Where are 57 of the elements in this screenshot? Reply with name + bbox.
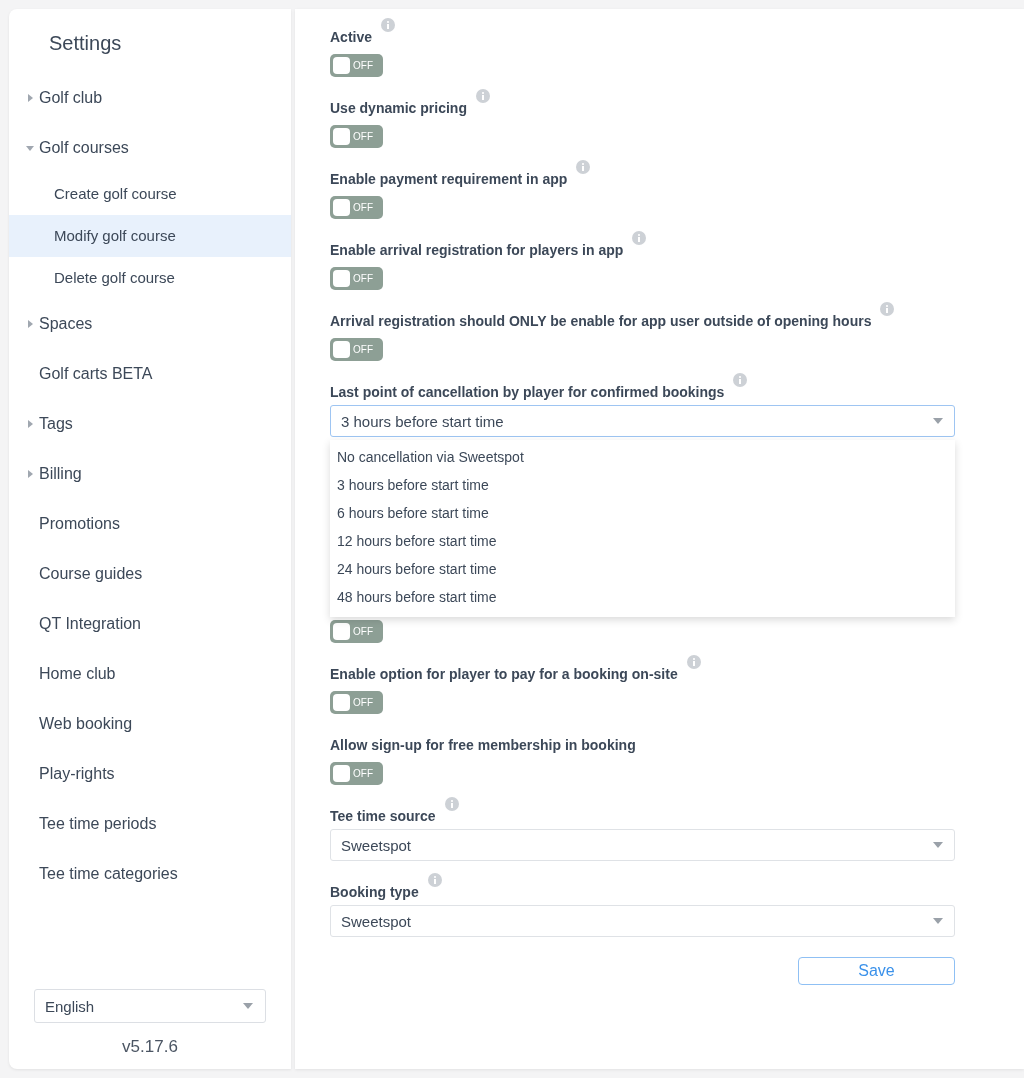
dropdown-option[interactable]: 48 hours before start time	[330, 583, 955, 611]
caret-icon	[26, 420, 34, 428]
field-label: Tee time source	[330, 807, 436, 826]
sidebar-item[interactable]: Tee time categories	[9, 849, 291, 899]
sidebar-item[interactable]: Tags	[9, 399, 291, 449]
select-field[interactable]: 3 hours before start time	[330, 405, 955, 437]
info-icon[interactable]	[686, 655, 701, 669]
info-icon[interactable]	[381, 18, 396, 32]
sidebar-item[interactable]: Tee time periods	[9, 799, 291, 849]
info-icon[interactable]	[733, 373, 748, 387]
info-icon[interactable]	[427, 873, 442, 887]
dropdown-arrow-icon	[933, 918, 943, 924]
sidebar-item[interactable]: Web booking	[9, 699, 291, 749]
language-select[interactable]: English	[34, 989, 266, 1023]
field-label: Last point of cancellation by player for confirmed bookings	[330, 383, 725, 402]
field-label: Enable option for player to pay for a booking on-site	[330, 665, 678, 684]
dropdown-arrow-icon	[243, 1003, 253, 1009]
caret-icon	[26, 94, 34, 102]
sidebar-item[interactable]: Golf courses	[9, 123, 291, 173]
sidebar-item[interactable]: Promotions	[9, 499, 291, 549]
info-icon[interactable]	[632, 231, 647, 245]
dropdown-option[interactable]: No cancellation via Sweetspot	[330, 443, 955, 471]
dropdown-option[interactable]: 6 hours before start time	[330, 499, 955, 527]
select-field[interactable]: Sweetspot	[330, 905, 955, 937]
field-label: Booking type	[330, 883, 419, 902]
field-label: Use dynamic pricing	[330, 99, 467, 118]
sidebar-item[interactable]: Play-rights	[9, 749, 291, 799]
sidebar-subitem[interactable]: Create golf course	[9, 173, 291, 215]
field-label: Enable payment requirement in app	[330, 170, 568, 189]
select-field[interactable]: Sweetspot	[330, 829, 955, 861]
field-label: Arrival registration should ONLY be enable for app user outside of opening hours	[330, 312, 872, 331]
sidebar-item[interactable]: Spaces	[9, 299, 291, 349]
dropdown-option[interactable]: 3 hours before start time	[330, 471, 955, 499]
sidebar-item[interactable]: Course guides	[9, 549, 291, 599]
info-icon[interactable]	[880, 302, 895, 316]
caret-icon	[26, 144, 34, 152]
field-label: Active	[330, 28, 373, 47]
dropdown-arrow-icon	[933, 418, 943, 424]
field-label: Enable arrival registration for players in app	[330, 241, 624, 260]
dropdown-option[interactable]: 12 hours before start time	[330, 527, 955, 555]
field-label: Allow sign-up for free membership in booking	[330, 736, 636, 755]
sidebar-item[interactable]: Golf club	[9, 73, 291, 123]
info-icon[interactable]	[576, 160, 591, 174]
version-label: v5.17.6	[121, 1037, 179, 1057]
sidebar-subitem[interactable]: Modify golf course	[9, 215, 291, 257]
sidebar-subitem[interactable]: Delete golf course	[9, 257, 291, 299]
info-icon[interactable]	[475, 89, 490, 103]
caret-icon	[26, 320, 34, 328]
caret-icon	[26, 470, 34, 478]
dropdown-arrow-icon	[933, 842, 943, 848]
sidebar-item[interactable]: Golf carts BETA	[9, 349, 291, 399]
sidebar-title: Settings	[48, 31, 123, 56]
info-icon[interactable]	[444, 797, 459, 811]
sidebar-item[interactable]: QT Integration	[9, 599, 291, 649]
dropdown-option[interactable]: 24 hours before start time	[330, 555, 955, 583]
sidebar-item[interactable]: Billing	[9, 449, 291, 499]
sidebar-item[interactable]: Home club	[9, 649, 291, 699]
